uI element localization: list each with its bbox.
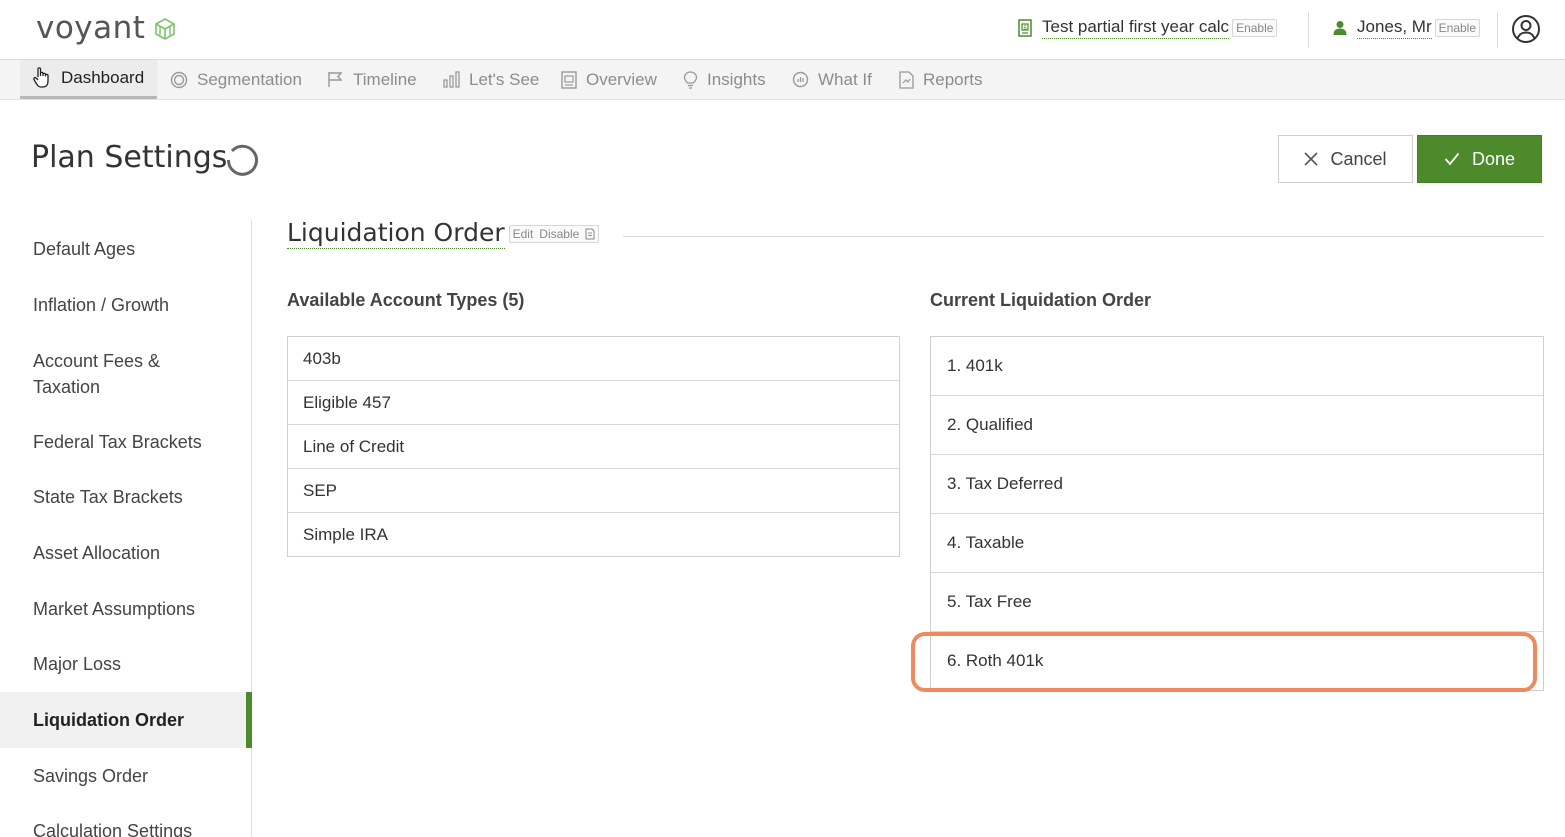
list-item[interactable]: 2. Qualified	[931, 395, 1543, 454]
settings-sidebar: Default Ages Inflation / Growth Account …	[0, 220, 252, 837]
document-icon	[899, 70, 914, 89]
list-item[interactable]: Simple IRA	[288, 512, 899, 556]
list-item[interactable]: 4. Taxable	[931, 513, 1543, 572]
highlight-annotation	[911, 632, 1537, 692]
tab-insights[interactable]: Insights	[683, 60, 766, 99]
current-order-heading: Current Liquidation Order	[930, 290, 1152, 310]
page-title: Plan Settings	[31, 140, 228, 175]
tab-segmentation-label: Segmentation	[197, 69, 302, 89]
sidebar-item-label: State Tax Brackets	[33, 487, 183, 507]
sidebar-item-liquidation-order[interactable]: Liquidation Order	[0, 692, 252, 748]
sidebar-item-label: Savings Order	[33, 766, 149, 786]
sidebar-item-label: Liquidation Order	[33, 710, 184, 730]
tab-lets-see[interactable]: Let's See	[443, 60, 539, 99]
sidebar-item-calculation-settings[interactable]: Calculation Settings	[0, 816, 251, 837]
what-if-icon	[792, 71, 809, 88]
available-account-list: 403b Eligible 457 Line of Credit SEP Sim…	[287, 336, 900, 557]
header-divider	[1497, 12, 1498, 48]
list-item[interactable]: Eligible 457	[288, 380, 899, 424]
sidebar-item-account-fees[interactable]: Account Fees & Taxation	[0, 346, 210, 402]
tab-dashboard-label: Dashboard	[61, 68, 145, 87]
tab-overview[interactable]: Overview	[561, 60, 657, 99]
cancel-label: Cancel	[1330, 148, 1387, 169]
sidebar-item-label: Calculation Settings	[33, 821, 193, 837]
tab-lets-see-label: Let's See	[469, 69, 540, 89]
lightbulb-icon	[683, 70, 698, 89]
sidebar-item-state-tax[interactable]: State Tax Brackets	[0, 482, 251, 512]
sidebar-item-market-assumptions[interactable]: Market Assumptions	[0, 594, 251, 624]
brand-mark-icon	[155, 18, 176, 40]
brand-logo[interactable]: voyant	[36, 10, 176, 46]
bar-chart-icon	[443, 71, 460, 88]
list-item[interactable]: 5. Tax Free	[931, 572, 1543, 631]
tab-timeline[interactable]: Timeline	[327, 60, 417, 99]
list-item[interactable]: 3. Tax Deferred	[931, 454, 1543, 513]
client-name[interactable]: Jones, Mr	[1357, 17, 1432, 39]
tab-what-if[interactable]: What If	[792, 60, 872, 99]
overview-icon	[561, 70, 577, 89]
available-heading: Available Account Types (5)	[287, 290, 525, 310]
tab-reports-label: Reports	[923, 69, 983, 89]
section-title[interactable]: Liquidation Order	[287, 218, 505, 249]
person-icon	[1333, 21, 1347, 35]
tab-what-if-label: What If	[818, 69, 872, 89]
list-item[interactable]: Line of Credit	[288, 424, 899, 468]
list-item[interactable]: SEP	[288, 468, 899, 512]
sidebar-item-asset-allocation[interactable]: Asset Allocation	[0, 538, 251, 568]
list-item[interactable]: 403b	[288, 337, 899, 380]
close-icon	[1304, 152, 1319, 166]
tab-timeline-label: Timeline	[353, 69, 417, 89]
section-header: Liquidation Order Edit Disable	[287, 218, 600, 249]
svg-text:$: $	[1023, 24, 1027, 31]
sidebar-item-label: Market Assumptions	[33, 599, 196, 619]
note-icon[interactable]	[585, 228, 595, 240]
segmentation-icon	[170, 71, 188, 88]
reset-icon[interactable]	[224, 143, 260, 179]
sidebar-item-label: Asset Allocation	[33, 543, 161, 563]
main-nav: Dashboard Segmentation Timeline Let's Se…	[0, 60, 1565, 100]
plan-name[interactable]: Test partial first year calc	[1042, 17, 1230, 39]
flag-icon	[328, 72, 343, 87]
done-label: Done	[1471, 148, 1516, 169]
check-icon	[1444, 152, 1460, 166]
tab-reports[interactable]: Reports	[899, 60, 983, 99]
user-account-icon[interactable]	[1511, 14, 1541, 44]
sidebar-item-major-loss[interactable]: Major Loss	[0, 649, 251, 679]
sidebar-item-federal-tax[interactable]: Federal Tax Brackets	[0, 427, 251, 457]
sidebar-item-label: Federal Tax Brackets	[33, 432, 202, 452]
client-selector[interactable]: Jones, Mr Enable	[1332, 17, 1481, 39]
cancel-button[interactable]: Cancel	[1278, 135, 1413, 183]
done-button[interactable]: Done	[1417, 135, 1542, 183]
brand-name: voyant	[36, 10, 146, 46]
top-header: voyant $ Test partial first year calc En…	[0, 0, 1565, 60]
plan-enable-badge[interactable]: Enable	[1232, 19, 1278, 37]
client-enable-badge[interactable]: Enable	[1434, 19, 1481, 37]
sidebar-item-label: Account Fees & Taxation	[33, 351, 161, 397]
tab-insights-label: Insights	[707, 69, 766, 89]
tab-segmentation[interactable]: Segmentation	[170, 60, 302, 99]
disable-label[interactable]: Disable	[539, 227, 579, 241]
sidebar-item-default-ages[interactable]: Default Ages	[0, 234, 251, 264]
list-item[interactable]: 1. 401k	[931, 337, 1543, 395]
edit-label[interactable]: Edit	[513, 227, 534, 241]
sidebar-item-label: Default Ages	[33, 239, 136, 259]
plan-document-icon: $	[1018, 19, 1032, 37]
sidebar-item-inflation-growth[interactable]: Inflation / Growth	[0, 290, 251, 320]
sidebar-item-savings-order[interactable]: Savings Order	[0, 761, 251, 791]
header-divider	[1308, 12, 1309, 48]
section-edit-badge[interactable]: Edit Disable	[508, 225, 600, 243]
sidebar-item-label: Inflation / Growth	[33, 295, 170, 315]
tab-overview-label: Overview	[586, 69, 657, 89]
tab-dashboard[interactable]: Dashboard	[20, 60, 157, 99]
cursor-hand-icon	[33, 67, 49, 88]
section-divider	[623, 236, 1544, 237]
plan-selector[interactable]: $ Test partial first year calc Enable	[1018, 17, 1278, 39]
sidebar-item-label: Major Loss	[33, 654, 122, 674]
